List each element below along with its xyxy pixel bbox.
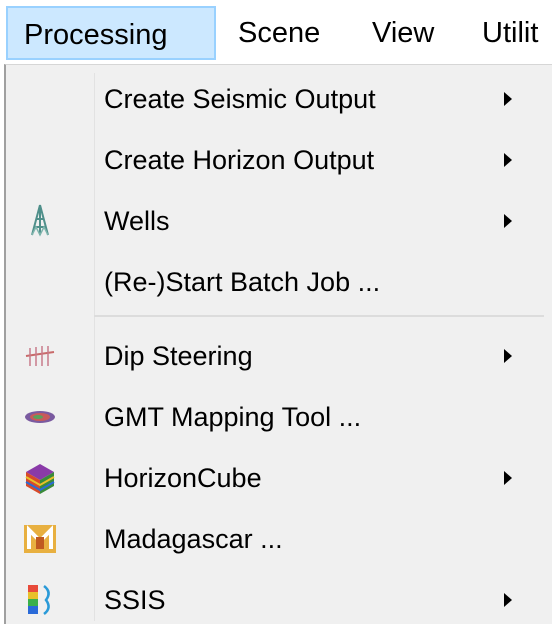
menu-item-label: SSIS: [104, 585, 166, 615]
madagascar-icon: [22, 521, 58, 557]
menu-item-dip-steering[interactable]: Dip Steering: [6, 325, 552, 387]
menubar: Processing Scene View Utilit: [0, 0, 554, 68]
submenu-arrow-icon: [504, 593, 512, 607]
submenu-arrow-icon: [504, 471, 512, 485]
submenu-arrow-icon: [504, 92, 512, 106]
menu-item-create-seismic-output[interactable]: Create Seismic Output: [6, 68, 552, 130]
menu-item-label: Create Seismic Output: [104, 84, 376, 114]
menu-item-label: HorizonCube: [104, 463, 262, 493]
dip-steering-icon: [22, 338, 58, 374]
well-derrick-icon: [22, 203, 58, 239]
menu-scene[interactable]: Scene: [238, 6, 320, 60]
submenu-arrow-icon: [504, 349, 512, 363]
menu-item-label: Dip Steering: [104, 341, 253, 371]
ssis-icon: [22, 582, 58, 618]
menu-processing[interactable]: Processing: [6, 6, 216, 60]
processing-dropdown-menu: Create Seismic Output Create Horizon Out…: [4, 64, 552, 624]
menu-item-label: GMT Mapping Tool ...: [104, 402, 362, 432]
submenu-arrow-icon: [504, 214, 512, 228]
menu-item-wells[interactable]: Wells: [6, 190, 552, 252]
menu-item-gmt-mapping-tool[interactable]: GMT Mapping Tool ...: [6, 386, 552, 448]
horizoncube-icon: [22, 460, 58, 496]
menu-utilities[interactable]: Utilit: [482, 6, 538, 60]
menu-item-label: (Re-)Start Batch Job ...: [104, 267, 381, 297]
menu-item-label: Wells: [104, 206, 170, 236]
menu-view[interactable]: View: [372, 6, 434, 60]
menu-separator: [94, 315, 544, 317]
menu-item-restart-batch-job[interactable]: (Re-)Start Batch Job ...: [6, 251, 552, 313]
menu-item-horizoncube[interactable]: HorizonCube: [6, 447, 552, 509]
menu-item-create-horizon-output[interactable]: Create Horizon Output: [6, 129, 552, 191]
menu-item-ssis[interactable]: SSIS: [6, 569, 552, 631]
menu-item-madagascar[interactable]: Madagascar ...: [6, 508, 552, 570]
menu-item-label: Madagascar ...: [104, 524, 283, 554]
menu-item-label: Create Horizon Output: [104, 145, 375, 175]
gmt-mapping-icon: [22, 399, 58, 435]
submenu-arrow-icon: [504, 153, 512, 167]
